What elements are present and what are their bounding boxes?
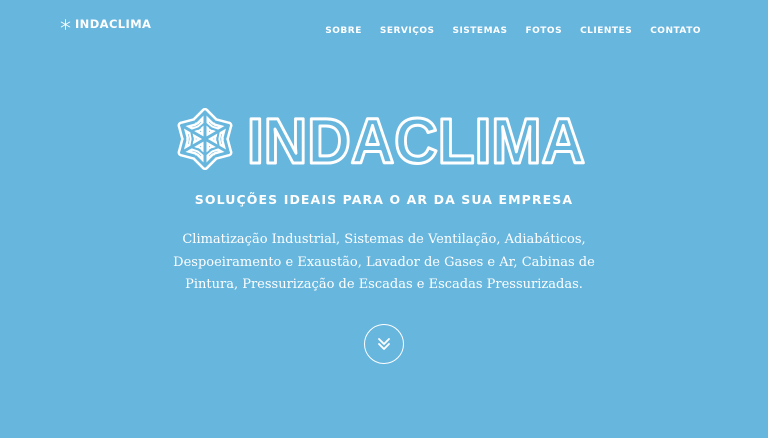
snowflake-icon — [60, 18, 71, 30]
nav-menu: SOBRE SERVIÇOS SISTEMAS FOTOS CLIENTES C… — [325, 20, 701, 38]
brand-name: INDACLIMA — [75, 17, 152, 31]
hero-logo-text: INDACLIMA — [247, 106, 585, 172]
nav-item-contato[interactable]: CONTATO — [650, 26, 701, 36]
nav-item-sistemas[interactable]: SISTEMAS — [452, 26, 507, 36]
navbar: INDACLIMA SOBRE SERVIÇOS SISTEMAS FOTOS … — [0, 0, 768, 52]
double-chevron-down-icon — [378, 338, 390, 350]
snowflake-icon — [177, 108, 233, 166]
hero-description: Climatização Industrial, Sistemas de Ven… — [173, 232, 595, 292]
scroll-down-button[interactable] — [364, 324, 404, 364]
hero-tagline: SOLUÇÕES IDEAIS PARA O AR DA SUA EMPRESA — [194, 192, 574, 207]
nav-item-clientes[interactable]: CLIENTES — [580, 26, 632, 36]
hero-logo: INDACLIMA — [172, 106, 587, 172]
nav-item-servicos[interactable]: SERVIÇOS — [380, 26, 435, 36]
brand-link[interactable]: INDACLIMA — [60, 17, 151, 31]
nav-item-sobre[interactable]: SOBRE — [325, 26, 362, 36]
nav-item-fotos[interactable]: FOTOS — [525, 26, 562, 36]
